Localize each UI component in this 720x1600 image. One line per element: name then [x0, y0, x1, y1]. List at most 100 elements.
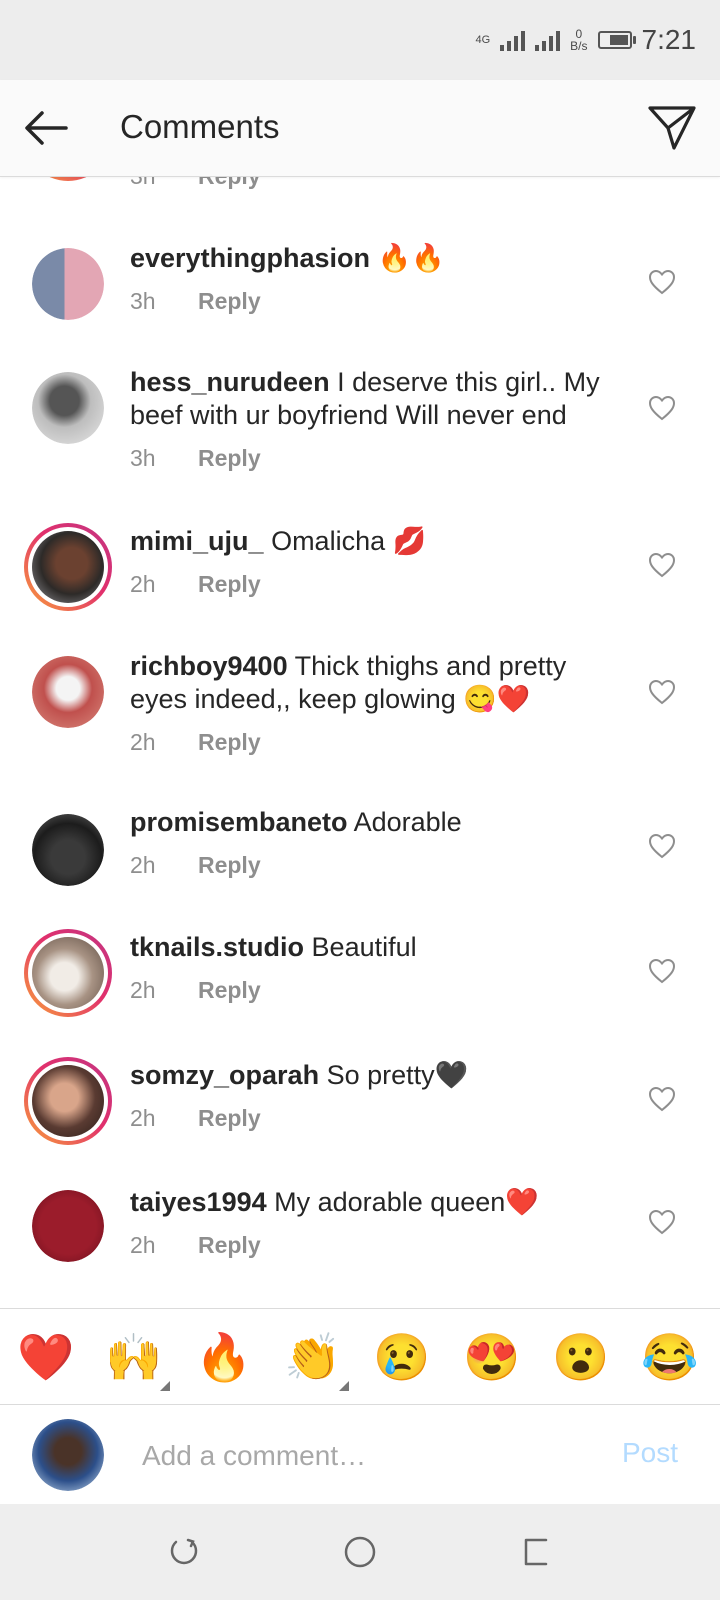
comment-time: 2h [130, 977, 156, 1003]
comment-username[interactable]: mimi_uju_ [130, 526, 264, 556]
back-button[interactable] [20, 102, 72, 154]
comment-item: richboy9400 Thick thighs and pretty eyes… [0, 644, 720, 784]
avatar[interactable] [32, 814, 104, 886]
emoji-tears-of-joy[interactable]: 😂 [640, 1327, 700, 1387]
reply-button[interactable]: Reply [198, 852, 261, 878]
arrow-left-icon [25, 111, 68, 145]
comment-time: 2h [130, 729, 156, 755]
back-nav-icon[interactable] [518, 1534, 554, 1570]
comment-item: 3h Reply [0, 177, 720, 207]
comment-text: everythingphasion 🔥🔥 [130, 242, 630, 275]
network-type: 4G [475, 33, 491, 46]
reply-button[interactable]: Reply [198, 977, 261, 1003]
comment-meta: 2h Reply [130, 571, 261, 598]
comment-username[interactable]: richboy9400 [130, 651, 288, 681]
avatar[interactable] [24, 523, 112, 611]
comment-body: My adorable queen❤️ [274, 1187, 539, 1217]
comment-username[interactable]: everythingphasion [130, 243, 370, 273]
post-button[interactable]: Post [622, 1437, 678, 1469]
comment-body: 🔥🔥 [377, 243, 445, 273]
like-heart-icon[interactable] [648, 552, 676, 578]
comment-username[interactable]: promisembaneto [130, 807, 348, 837]
emoji-red-heart[interactable]: ❤️ [16, 1327, 76, 1387]
emoji-raising-hands[interactable]: 🙌 [104, 1327, 170, 1391]
comment-username[interactable]: tknails.studio [130, 932, 304, 962]
comment-list[interactable]: 3h Reply everythingphasion 🔥🔥 3h Reply h… [0, 177, 720, 1307]
signal-icon [500, 29, 526, 51]
comment-composer: Post [0, 1404, 720, 1505]
comment-input[interactable] [140, 1435, 564, 1477]
comment-time: 2h [130, 571, 156, 597]
reply-button[interactable]: Reply [198, 571, 261, 597]
reply-button[interactable]: Reply [198, 177, 261, 189]
comment-time: 2h [130, 1105, 156, 1131]
comment-item: hess_nurudeen I deserve this girl.. My b… [0, 360, 720, 500]
comment-text: tknails.studio Beautiful [130, 931, 630, 964]
comment-item: taiyes1994 My adorable queen❤️ 2h Reply [0, 1182, 720, 1292]
comment-meta: 2h Reply [130, 977, 261, 1004]
avatar[interactable] [24, 929, 112, 1017]
comment-item: tknails.studio Beautiful 2h Reply [0, 927, 720, 1037]
comment-text: taiyes1994 My adorable queen❤️ [130, 1186, 630, 1219]
emoji-open-mouth[interactable]: 😮 [551, 1327, 611, 1387]
battery-icon [597, 31, 636, 49]
recent-apps-icon[interactable] [166, 1534, 202, 1570]
current-user-avatar [32, 1419, 104, 1491]
skin-tone-indicator-icon [339, 1381, 349, 1391]
like-heart-icon[interactable] [648, 958, 676, 984]
comment-username[interactable]: hess_nurudeen [130, 367, 330, 397]
reply-button[interactable]: Reply [198, 1105, 261, 1131]
avatar[interactable] [32, 1190, 104, 1262]
reply-button[interactable]: Reply [198, 1232, 261, 1258]
emoji-clapping-hands[interactable]: 👏 [283, 1327, 349, 1391]
comment-username[interactable]: taiyes1994 [130, 1187, 267, 1217]
status-icons: 4G 0 B/s 7:21 [475, 22, 696, 58]
reply-button[interactable]: Reply [198, 729, 261, 755]
emoji-quick-bar: ❤️ 🙌 🔥 👏 😢 😍 😮 😂 [0, 1308, 720, 1405]
signal-icon-2 [535, 29, 561, 51]
avatar[interactable] [24, 1057, 112, 1145]
avatar[interactable] [24, 177, 112, 181]
emoji-fire[interactable]: 🔥 [194, 1327, 254, 1387]
comment-username[interactable]: somzy_oparah [130, 1060, 319, 1090]
like-heart-icon[interactable] [648, 1086, 676, 1112]
header: Comments [0, 80, 720, 177]
comment-text: hess_nurudeen I deserve this girl.. My b… [130, 366, 630, 432]
comment-text: richboy9400 Thick thighs and pretty eyes… [130, 650, 630, 716]
like-heart-icon[interactable] [648, 833, 676, 859]
comment-meta: 2h Reply [130, 1232, 261, 1259]
like-heart-icon[interactable] [648, 1209, 676, 1235]
home-icon[interactable] [342, 1534, 378, 1570]
emoji-clapping-hands-glyph: 👏 [284, 1331, 342, 1383]
status-bar: 4G 0 B/s 7:21 [0, 0, 720, 80]
comment-meta: 2h Reply [130, 1105, 261, 1132]
comment-body: Beautiful [311, 932, 417, 962]
avatar[interactable] [32, 656, 104, 728]
clock: 7:21 [641, 24, 697, 55]
reply-button[interactable]: Reply [198, 445, 261, 471]
like-heart-icon[interactable] [648, 679, 676, 705]
data-speed: 0 B/s [570, 28, 587, 52]
comment-item: somzy_oparah So pretty🖤 2h Reply [0, 1055, 720, 1165]
emoji-heart-eyes[interactable]: 😍 [462, 1327, 522, 1387]
comment-item: everythingphasion 🔥🔥 3h Reply [0, 232, 720, 342]
comment-text: promisembaneto Adorable [130, 806, 630, 839]
emoji-crying-face[interactable]: 😢 [372, 1327, 432, 1387]
like-heart-icon[interactable] [648, 395, 676, 421]
comment-text: somzy_oparah So pretty🖤 [130, 1059, 630, 1092]
comment-time: 3h [130, 445, 156, 471]
like-heart-icon[interactable] [648, 269, 676, 295]
avatar[interactable] [32, 372, 104, 444]
comment-body: Omalicha 💋 [271, 526, 427, 556]
comment-meta: 3h Reply [130, 177, 261, 190]
share-button[interactable] [646, 102, 698, 154]
reply-button[interactable]: Reply [198, 288, 261, 314]
comment-meta: 3h Reply [130, 288, 261, 315]
comment-time: 2h [130, 852, 156, 878]
speed-unit: B/s [570, 39, 588, 53]
comment-item: mimi_uju_ Omalicha 💋 2h Reply [0, 517, 720, 627]
page-title: Comments [120, 108, 280, 145]
skin-tone-indicator-icon [160, 1381, 170, 1391]
comment-time: 3h [130, 177, 156, 189]
avatar[interactable] [32, 248, 104, 320]
